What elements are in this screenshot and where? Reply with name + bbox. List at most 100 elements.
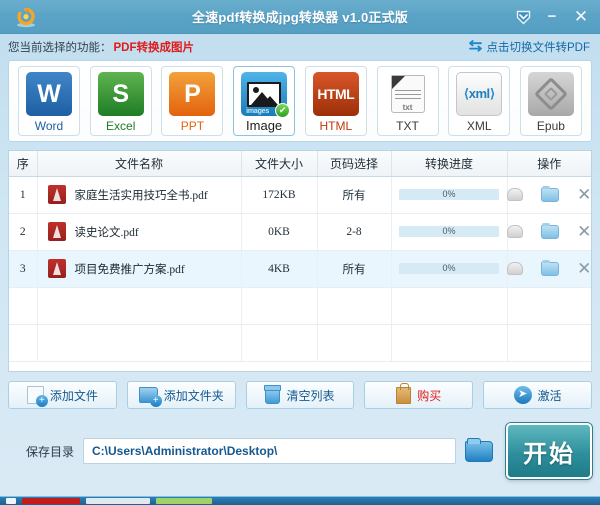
row-progress-cell: 0% (391, 250, 508, 288)
current-function-bar: 您当前选择的功能： PDF转换成图片 点击切换文件转PDF (0, 34, 600, 60)
start-button[interactable]: 开始 (506, 423, 592, 479)
format-button-excel[interactable]: S Excel (89, 66, 152, 136)
row-filename: 家庭生活实用技巧全书.pdf (74, 189, 208, 202)
excel-icon: S (97, 72, 144, 116)
activate-label: 激活 (537, 388, 562, 403)
activate-button[interactable]: ➤ 激活 (483, 381, 592, 409)
format-button-word[interactable]: W Word (18, 66, 80, 136)
save-directory-row: 保存目录 C:\Users\Administrator\Desktop\ 开始 (8, 423, 592, 479)
progress-bar: 0% (399, 226, 499, 237)
column-header-filesize: 文件大小 (241, 151, 318, 177)
image-icon: images ✔ (241, 72, 291, 118)
row-progress-cell: 0% (391, 213, 508, 251)
chevron-down-badge-icon[interactable] (515, 9, 532, 26)
selected-check-icon: ✔ (275, 103, 291, 118)
save-directory-label: 保存目录 (26, 444, 75, 459)
table-row[interactable]: 3 项目免费推广方案.pdf 4KB 所有 0% ✕ (9, 250, 591, 288)
txt-icon-label: txt (402, 103, 413, 112)
remove-row-button[interactable]: ✕ (577, 186, 591, 203)
save-path-input[interactable]: C:\Users\Administrator\Desktop\ (83, 438, 456, 464)
table-header-row: 序 文件名称 文件大小 页码选择 转换进度 操作 (9, 151, 591, 177)
row-index: 1 (9, 176, 38, 214)
minimize-button[interactable]: − (544, 9, 560, 25)
switch-mode-link[interactable]: 点击切换文件转PDF (468, 39, 591, 55)
buy-label: 购买 (417, 388, 442, 403)
current-function-value: PDF转换成图片 (113, 42, 195, 54)
add-file-button[interactable]: + 添加文件 (8, 381, 117, 409)
preview-icon[interactable] (507, 262, 524, 275)
windows-taskbar (0, 496, 600, 505)
format-button-txt[interactable]: txt TXT (376, 66, 439, 136)
html-icon: HTML (312, 72, 359, 116)
xml-icon: ⟨xml⟩ (456, 72, 503, 116)
table-row[interactable]: 2 读史论文.pdf 0KB 2-8 0% ✕ (9, 213, 591, 251)
remove-row-button[interactable]: ✕ (577, 260, 591, 277)
format-label-txt: TXT (396, 119, 419, 133)
add-folder-icon: + (138, 387, 162, 407)
image-icon-label: images (246, 108, 270, 115)
taskbar-item[interactable] (86, 498, 150, 504)
clear-list-button[interactable]: 清空列表 (245, 381, 355, 409)
trash-icon (264, 384, 282, 404)
pdf-file-icon (47, 222, 66, 241)
format-label-word: Word (34, 119, 64, 133)
progress-percent: 0% (442, 189, 456, 199)
column-header-actions: 操作 (507, 151, 591, 177)
close-button[interactable]: ✕ (572, 8, 590, 26)
row-pages[interactable]: 所有 (317, 250, 392, 288)
application-window: 全速pdf转换成jpg转换器 v1.0正式版 − ✕ 您当前选择的功能： PDF… (0, 0, 600, 505)
table-row[interactable]: 1 家庭生活实用技巧全书.pdf 172KB 所有 0% ✕ (9, 176, 591, 214)
txt-icon: txt (385, 72, 431, 116)
row-filename-cell: 家庭生活实用技巧全书.pdf (37, 176, 242, 214)
preview-icon[interactable] (507, 225, 524, 238)
buy-button[interactable]: 购买 (364, 381, 474, 409)
row-filename: 项目免费推广方案.pdf (74, 263, 185, 276)
pdf-file-icon (47, 185, 66, 204)
column-header-progress: 转换进度 (391, 151, 508, 177)
column-header-index: 序 (9, 151, 38, 177)
folder-icon[interactable] (541, 259, 560, 276)
folder-icon[interactable] (541, 185, 560, 202)
add-folder-label: 添加文件夹 (163, 388, 224, 403)
swap-arrows-icon (468, 39, 483, 55)
format-button-html[interactable]: HTML HTML (304, 66, 367, 136)
row-index: 2 (9, 213, 38, 251)
title-bar: 全速pdf转换成jpg转换器 v1.0正式版 − ✕ (0, 0, 600, 34)
format-button-ppt[interactable]: P PPT (161, 66, 224, 136)
row-actions-cell: ✕ (507, 176, 591, 214)
taskbar-item[interactable] (22, 498, 80, 504)
row-pages[interactable]: 所有 (317, 176, 392, 214)
table-empty-row (9, 324, 591, 362)
row-pages[interactable]: 2-8 (317, 213, 392, 251)
add-file-label: 添加文件 (49, 388, 98, 403)
row-filesize: 4KB (241, 250, 318, 288)
format-label-xml: XML (466, 119, 492, 133)
format-label-html: HTML (319, 119, 353, 133)
row-filename-cell: 项目免费推广方案.pdf (37, 250, 242, 288)
progress-bar: 0% (399, 263, 499, 274)
window-title: 全速pdf转换成jpg转换器 v1.0正式版 (191, 10, 409, 25)
format-button-epub[interactable]: Epub (519, 66, 582, 136)
format-button-xml[interactable]: ⟨xml⟩ XML (448, 66, 511, 136)
word-icon: W (26, 72, 72, 116)
preview-icon[interactable] (507, 188, 524, 201)
switch-mode-label: 点击切换文件转PDF (486, 42, 591, 54)
folder-icon[interactable] (541, 222, 560, 239)
column-header-pages: 页码选择 (317, 151, 392, 177)
format-label-excel: Excel (106, 119, 136, 133)
file-list-table: 序 文件名称 文件大小 页码选择 转换进度 操作 1 家庭生活实用技巧全书.pd… (9, 151, 591, 362)
epub-icon (527, 72, 574, 116)
folder-browse-icon[interactable] (465, 437, 493, 462)
table-empty-row (9, 287, 591, 325)
add-folder-button[interactable]: + 添加文件夹 (126, 381, 236, 409)
clear-list-label: 清空列表 (286, 388, 335, 403)
taskbar-item[interactable] (156, 498, 212, 504)
format-toolbar: W Word S Excel P PPT images ✔ Image HTML… (8, 60, 592, 142)
action-button-bar: + 添加文件 + 添加文件夹 清空列表 购买 ➤ 激活 (8, 381, 592, 409)
row-actions-cell: ✕ (507, 250, 591, 288)
format-button-image[interactable]: images ✔ Image (233, 66, 296, 136)
remove-row-button[interactable]: ✕ (577, 223, 591, 240)
row-filesize: 0KB (241, 213, 318, 251)
row-filename-cell: 读史论文.pdf (37, 213, 242, 251)
taskbar-item[interactable] (6, 498, 16, 504)
